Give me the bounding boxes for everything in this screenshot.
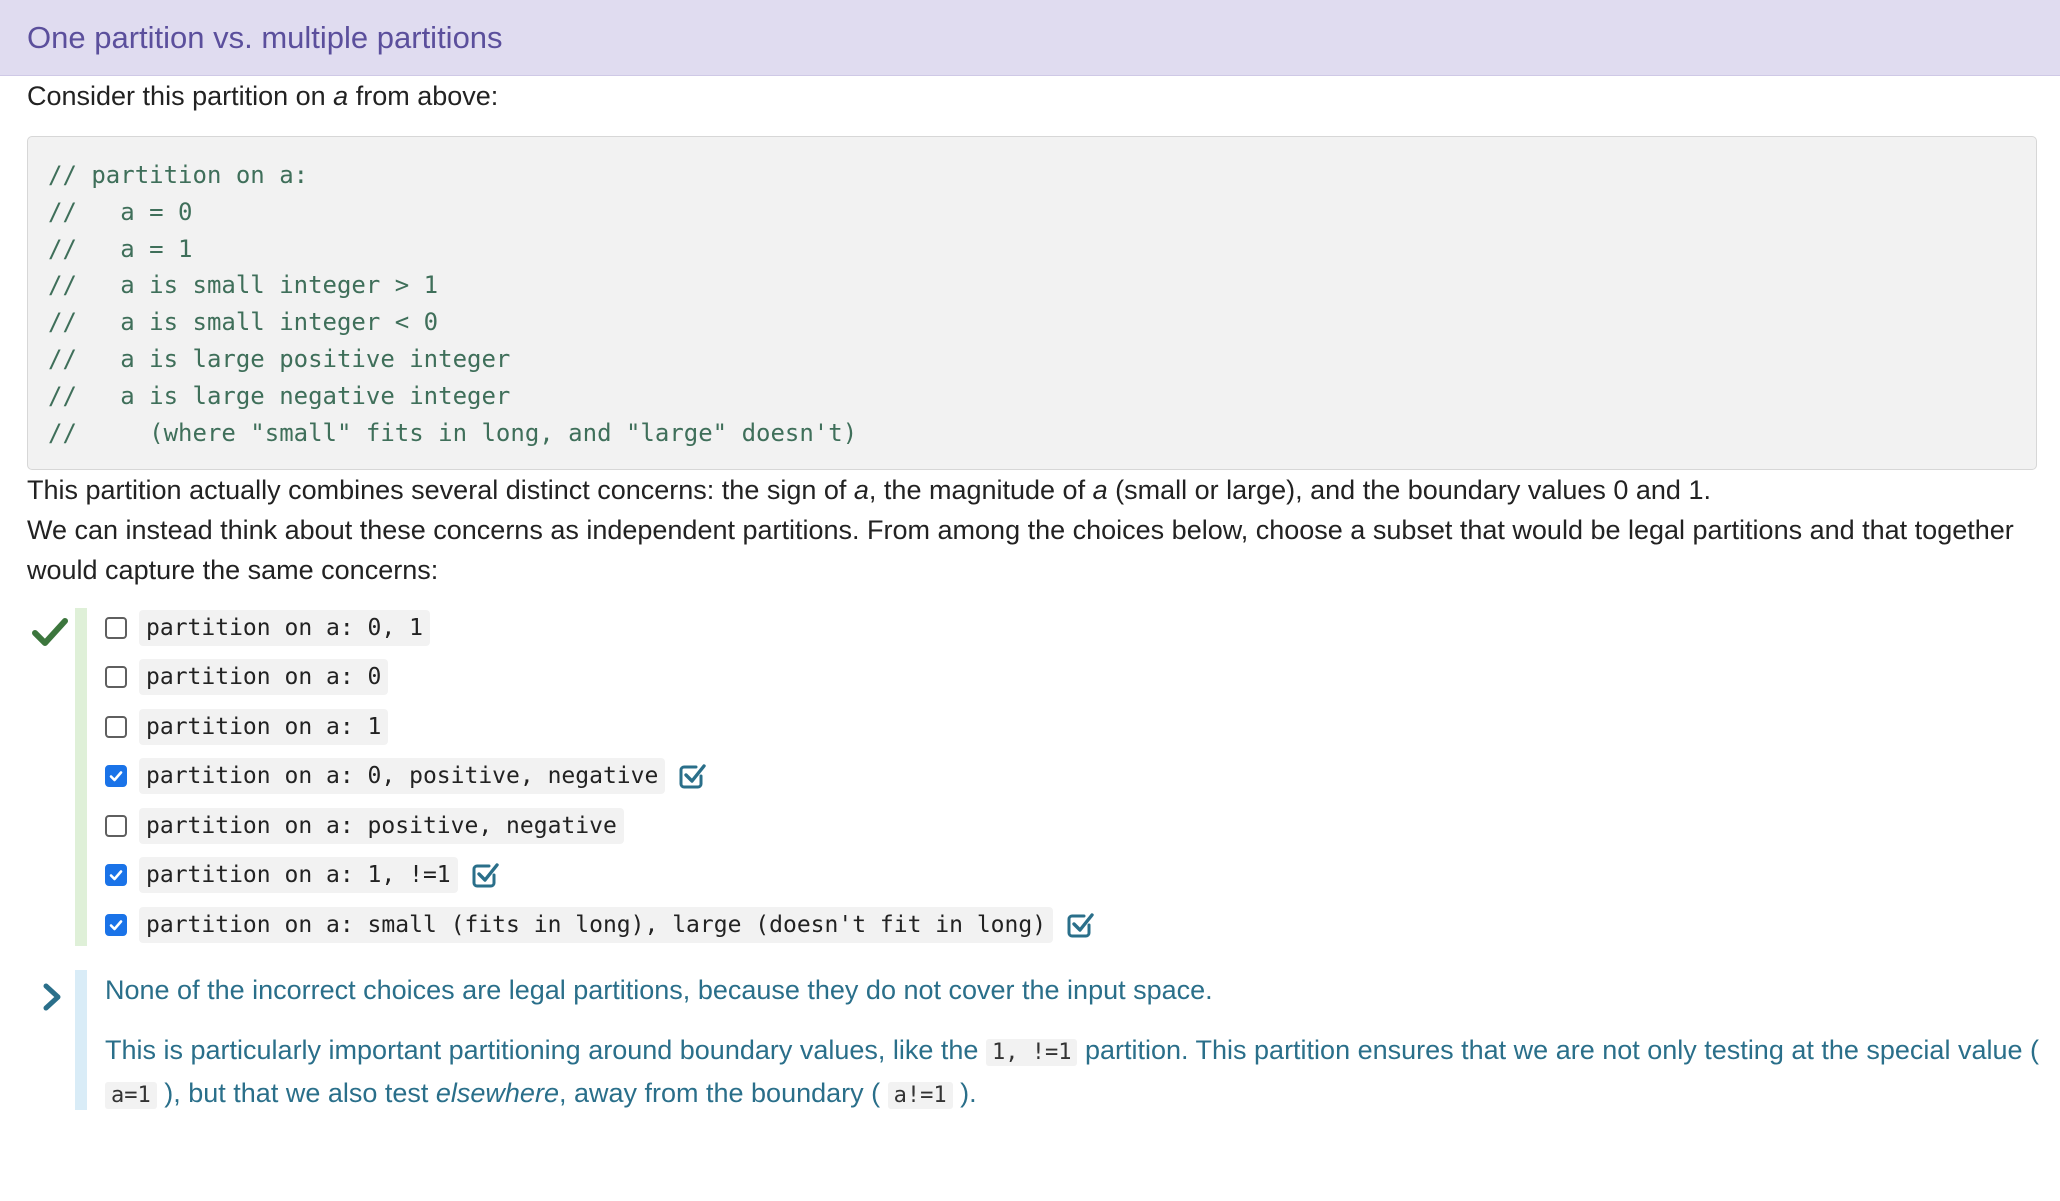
choice-item[interactable]: partition on a: 0, positive, negative: [105, 756, 707, 796]
choice-item[interactable]: partition on a: 1, !=1: [105, 855, 500, 895]
checkbox-checked[interactable]: [105, 914, 127, 937]
checkmark-icon: [32, 618, 68, 647]
choice-item[interactable]: partition on a: 1: [105, 707, 389, 747]
section-header: One partition vs. multiple partitions: [0, 0, 2060, 76]
checkbox[interactable]: [105, 666, 127, 689]
choice-item[interactable]: partition on a: positive, negative: [105, 806, 624, 846]
explanation-part: , away from the boundary (: [558, 1078, 888, 1109]
explanation-panel: None of the incorrect choices are legal …: [27, 970, 2039, 1111]
choice-label: partition on a: positive, negative: [139, 808, 624, 845]
code-block: // partition on a: // a = 0 // a = 1 // …: [27, 136, 2037, 471]
explanation-part: ), but that we also test: [156, 1078, 436, 1109]
paragraph-part: , the magnitude of: [868, 475, 1093, 506]
chevron-right-icon[interactable]: [41, 982, 63, 1012]
concerns-paragraph: This partition actually combines several…: [27, 470, 2039, 510]
code-line: // a = 1: [48, 234, 193, 263]
var-a: a: [1092, 475, 1108, 506]
check-icon: [109, 771, 123, 782]
checkbox[interactable]: [105, 815, 127, 838]
code-line: // partition on a:: [48, 161, 309, 189]
checkbox[interactable]: [105, 716, 127, 739]
choice-label: partition on a: 0, positive, negative: [139, 758, 666, 795]
choice-label: partition on a: 1: [139, 709, 389, 746]
explanation-text: None of the incorrect choices are legal …: [105, 970, 2045, 1116]
explanation-paragraph: None of the incorrect choices are legal …: [105, 975, 1213, 1006]
code-line: // (where "small" fits in long, and "lar…: [48, 418, 858, 447]
choice-group: partition on a: 0, 1 partition on a: 0 p…: [27, 608, 2039, 947]
checkbox-checked[interactable]: [105, 765, 127, 788]
explanation-part: partition. This partition ensures that w…: [1077, 1035, 2039, 1066]
emphasis: elsewhere: [435, 1078, 559, 1109]
inline-code: a!=1: [887, 1082, 953, 1110]
intro-text: Consider this partition on a from above:: [27, 76, 2039, 116]
main-content: Consider this partition on a from above:…: [0, 76, 2060, 1111]
code-line: // a is small integer > 1: [48, 271, 439, 300]
choice-label: partition on a: 0, 1: [139, 610, 430, 647]
code-line: // a is large negative integer: [48, 381, 511, 410]
intro-text-part: Consider this partition on: [27, 81, 334, 111]
code-line: // a is small integer < 0: [48, 308, 439, 337]
explanation-paragraph: This is particularly important partition…: [105, 1030, 2045, 1116]
correct-indicator-bar: [75, 608, 87, 947]
choice-label: partition on a: 0: [139, 659, 389, 696]
paragraph-part: (small or large), and the boundary value…: [1107, 475, 1711, 506]
code-line: // a is large positive integer: [48, 344, 511, 373]
inline-code: 1, !=1: [985, 1039, 1078, 1067]
inline-code: a=1: [105, 1082, 157, 1110]
checkbox[interactable]: [105, 617, 127, 640]
var-a: a: [853, 475, 869, 506]
section-title: One partition vs. multiple partitions: [27, 19, 503, 55]
intro-var: a: [333, 81, 349, 111]
check-icon: [109, 920, 123, 931]
check-square-icon: [1067, 913, 1094, 938]
check-square-icon: [679, 764, 707, 789]
paragraph-part: This partition actually combines several…: [27, 475, 854, 506]
choice-item[interactable]: partition on a: 0: [105, 657, 389, 697]
explanation-part: This is particularly important partition…: [105, 1035, 986, 1066]
intro-text-part: from above:: [348, 81, 499, 111]
question-paragraph: We can instead think about these concern…: [27, 515, 2014, 586]
code-line: // a = 0: [48, 197, 193, 226]
explanation-part: ).: [952, 1078, 977, 1109]
check-icon: [109, 870, 123, 881]
check-square-icon: [472, 863, 499, 888]
explanation-bar: [75, 970, 87, 1111]
checkbox-checked[interactable]: [105, 864, 127, 887]
choice-label: partition on a: 1, !=1: [139, 857, 458, 894]
choice-item[interactable]: partition on a: small (fits in long), la…: [105, 905, 1095, 945]
choice-item[interactable]: partition on a: 0, 1: [105, 608, 430, 648]
choice-label: partition on a: small (fits in long), la…: [139, 907, 1054, 944]
